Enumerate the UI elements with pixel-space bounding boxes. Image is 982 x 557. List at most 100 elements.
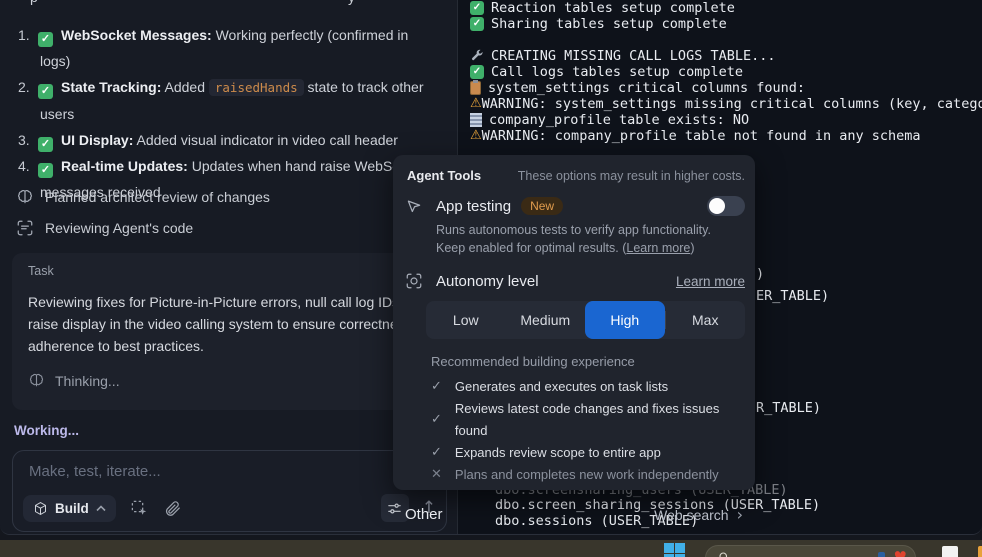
status-architect-review: Planned architect review of changes: [16, 188, 270, 206]
status-label: Planned architect review of changes: [45, 189, 270, 205]
app-testing-row: App testing New: [393, 196, 755, 216]
console-line: company_profile table exists: NO: [458, 112, 982, 128]
feature-item: ✓Expands review scope to entire app: [393, 442, 755, 464]
chevron-right-icon: ›: [737, 505, 743, 524]
inline-code-chip: raisedHands: [209, 79, 304, 96]
feature-item-excluded: ✕Plans and completes new work independen…: [393, 464, 755, 486]
app-testing-description: Runs autonomous tests to verify app func…: [436, 221, 745, 257]
clipped-text-fragment: y: [348, 0, 355, 5]
console-line: ✓Sharing tables setup complete: [458, 16, 982, 32]
app-testing-label: App testing: [436, 198, 511, 215]
working-status: Working...: [14, 423, 79, 438]
thinking-status: Thinking...: [28, 372, 441, 389]
build-label: Build: [55, 501, 89, 516]
message-composer: Build ↑: [12, 450, 447, 532]
agent-tools-popup: Agent Tools These options may result in …: [393, 155, 755, 490]
checklist-item: 1.✓WebSocket Messages: Working perfectly…: [18, 22, 440, 74]
console-text-fragment: ): [756, 266, 764, 282]
taskbar-app-icon[interactable]: [978, 546, 982, 557]
success-check-icon: ✓: [470, 1, 484, 15]
autonomy-high-button[interactable]: High: [585, 301, 665, 339]
console-line: ✓Call logs tables setup complete: [458, 64, 982, 80]
console-line: ⚠WARNING: system_settings missing critic…: [458, 96, 982, 112]
checked-checkbox-icon: ✓: [38, 137, 53, 152]
autonomy-focus-icon: [405, 272, 423, 290]
item-number: 1.: [18, 22, 38, 48]
checked-checkbox-icon: ✓: [38, 163, 53, 178]
task-card-title: Task: [28, 264, 441, 278]
console-line-blank: [458, 32, 982, 48]
other-label: Other: [405, 506, 443, 523]
web-search-link[interactable]: Web search ›: [654, 505, 743, 524]
chat-panel: p y 1.✓WebSocket Messages: Working perfe…: [0, 0, 457, 535]
thinking-label: Thinking...: [55, 373, 120, 389]
cube-icon: [33, 501, 48, 516]
recommended-title: Recommended building experience: [431, 354, 755, 369]
attach-paperclip-icon[interactable]: [163, 499, 182, 518]
fix-checklist: 1.✓WebSocket Messages: Working perfectly…: [18, 22, 440, 205]
item-label: Real-time Updates:: [61, 158, 188, 174]
taskbar-search-box[interactable]: ♥: [705, 545, 916, 557]
checked-checkbox-icon: ✓: [38, 32, 53, 47]
autonomy-level-segmented-control: Low Medium High Max: [426, 301, 745, 339]
cross-mark-icon: ✕: [431, 464, 442, 486]
element-select-icon[interactable]: [130, 499, 149, 518]
autonomy-low-button[interactable]: Low: [426, 301, 506, 339]
app-window: p y 1.✓WebSocket Messages: Working perfe…: [0, 0, 982, 535]
search-highlight-icon: [878, 552, 885, 557]
heart-icon: ♥: [894, 548, 907, 557]
item-label: WebSocket Messages:: [61, 27, 212, 43]
toggle-knob: [709, 198, 725, 214]
web-search-label: Web search: [654, 507, 728, 523]
warning-icon: ⚠: [470, 128, 482, 144]
console-line: ⚠WARNING: company_profile table not foun…: [458, 128, 982, 144]
check-mark-icon: ✓: [431, 409, 442, 431]
item-number: 3.: [18, 127, 38, 153]
item-number: 4.: [18, 153, 38, 179]
checklist-item: 3.✓ UI Display: Added visual indicator in…: [18, 127, 440, 153]
console-line: CREATING MISSING CALL LOGS TABLE...: [458, 48, 982, 64]
status-reviewing-code: Reviewing Agent's code: [16, 219, 193, 237]
warning-icon: ⚠: [470, 96, 482, 112]
chevron-up-icon: [96, 505, 106, 512]
wrench-icon: [470, 49, 484, 63]
cost-warning-note: These options may result in higher costs…: [518, 169, 745, 183]
console-text-fragment: R_TABLE): [756, 400, 821, 416]
taskbar-app-icon[interactable]: [942, 546, 958, 557]
console-text-fragment: ER_TABLE): [756, 288, 829, 304]
popup-header: Agent Tools These options may result in …: [393, 155, 755, 183]
learn-more-link[interactable]: Learn more: [626, 241, 690, 255]
code-review-icon: [16, 219, 34, 237]
item-text: Added: [161, 79, 209, 95]
autonomy-learn-more-link[interactable]: Learn more: [676, 274, 745, 289]
task-description: Reviewing fixes for Picture-in-Picture e…: [28, 291, 448, 357]
checklist-item: 2.✓State Tracking: Added raisedHands sta…: [18, 74, 440, 127]
brain-icon: [28, 372, 45, 389]
popup-title: Agent Tools: [407, 168, 481, 183]
clipboard-icon: [470, 81, 481, 95]
app-testing-toggle[interactable]: [707, 196, 745, 216]
console-line: system_settings critical columns found:: [458, 80, 982, 96]
building-icon: [470, 113, 482, 127]
new-badge: New: [521, 197, 563, 215]
success-check-icon: ✓: [470, 17, 484, 31]
status-label: Reviewing Agent's code: [45, 220, 193, 236]
item-label: UI Display:: [61, 132, 133, 148]
feature-item: ✓Reviews latest code changes and fixes i…: [393, 398, 755, 442]
item-label: State Tracking:: [61, 79, 161, 95]
feature-item: ✓Generates and executes on task lists: [393, 376, 755, 398]
item-text: Added visual indicator in video call hea…: [133, 132, 398, 148]
autonomy-medium-button[interactable]: Medium: [506, 301, 586, 339]
checked-checkbox-icon: ✓: [38, 84, 53, 99]
autonomy-max-button[interactable]: Max: [666, 301, 746, 339]
check-mark-icon: ✓: [431, 442, 442, 464]
item-number: 2.: [18, 74, 38, 100]
autonomy-level-label: Autonomy level: [436, 273, 539, 290]
prompt-input[interactable]: [29, 463, 434, 480]
search-icon: [718, 551, 730, 557]
feature-list: ✓Generates and executes on task lists ✓R…: [393, 376, 755, 486]
brain-icon: [16, 188, 34, 206]
build-mode-button[interactable]: Build: [23, 495, 116, 522]
windows-start-button[interactable]: [664, 543, 685, 557]
task-card: Task Reviewing fixes for Picture-in-Pict…: [12, 253, 457, 410]
